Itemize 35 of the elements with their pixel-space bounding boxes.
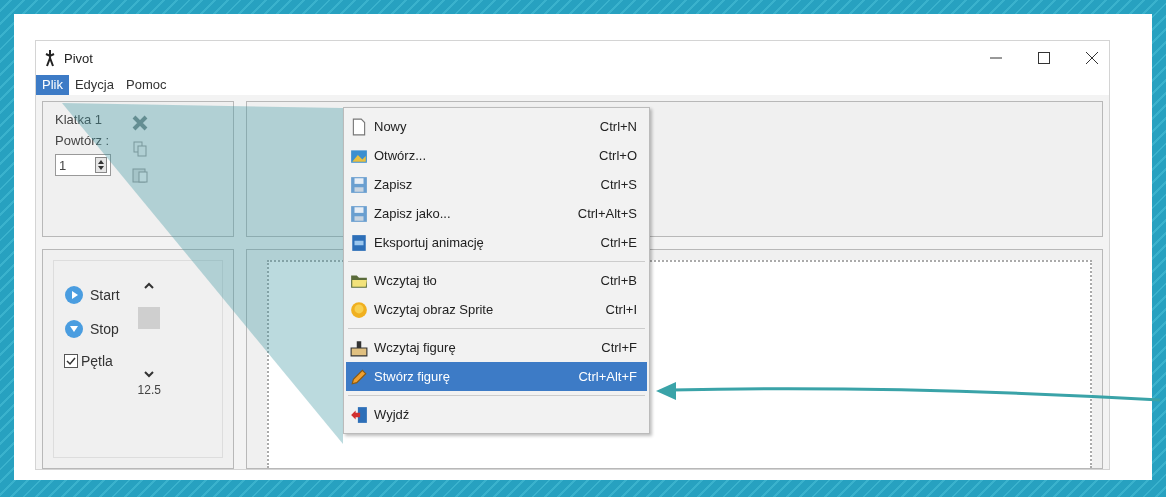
stop-icon	[64, 319, 84, 339]
menu-item[interactable]: Wczytaj figurę Ctrl+F	[346, 333, 647, 362]
document-icon	[350, 117, 368, 136]
menu-item[interactable]: Wyjdź	[346, 400, 647, 429]
menu-item[interactable]: Plik	[36, 75, 69, 95]
menu-item[interactable]: Wczytaj obraz Sprite Ctrl+I	[346, 295, 647, 324]
checkbox-label: Pętla	[81, 353, 113, 369]
maximize-icon[interactable]	[1035, 49, 1053, 67]
loop-checkbox[interactable]	[64, 354, 78, 368]
menu-item[interactable]: Nowy Ctrl+N	[346, 112, 647, 141]
close-icon[interactable]	[1083, 49, 1101, 67]
menu-item[interactable]: Wczytaj tło Ctrl+B	[346, 266, 647, 295]
menu-item[interactable]: Edycja	[68, 75, 120, 95]
menu-item[interactable]: Pomoc	[120, 75, 173, 95]
repeat-label: Powtórz :	[55, 133, 111, 148]
frame-label: Klatka 1	[55, 112, 103, 127]
menu-item[interactable]: Eksportuj animację Ctrl+E	[346, 228, 647, 257]
menu-item[interactable]: Zapisz Ctrl+S	[346, 170, 647, 199]
stick-figure-icon	[44, 49, 56, 67]
pencil-icon	[350, 367, 368, 386]
figure-icon	[350, 338, 368, 357]
menu-item[interactable]: Stwórz figurę Ctrl+Alt+F	[346, 362, 647, 391]
stop-button[interactable]: Stop	[64, 319, 120, 339]
play-icon	[64, 285, 84, 305]
film-icon	[350, 233, 368, 252]
menu-item[interactable]: Zapisz jako... Ctrl+Alt+S	[346, 199, 647, 228]
speed-slider-thumb[interactable]	[138, 307, 161, 329]
ball-icon	[350, 300, 368, 319]
repeat-spinner[interactable]: 1	[55, 154, 111, 176]
menu-item[interactable]: Otwórz... Ctrl+O	[346, 141, 647, 170]
exit-icon	[350, 405, 368, 424]
speed-value: 12.5	[137, 383, 161, 397]
start-button[interactable]: Start	[64, 285, 120, 305]
window-title: Pivot	[64, 50, 93, 66]
delete-icon[interactable]	[131, 114, 149, 132]
